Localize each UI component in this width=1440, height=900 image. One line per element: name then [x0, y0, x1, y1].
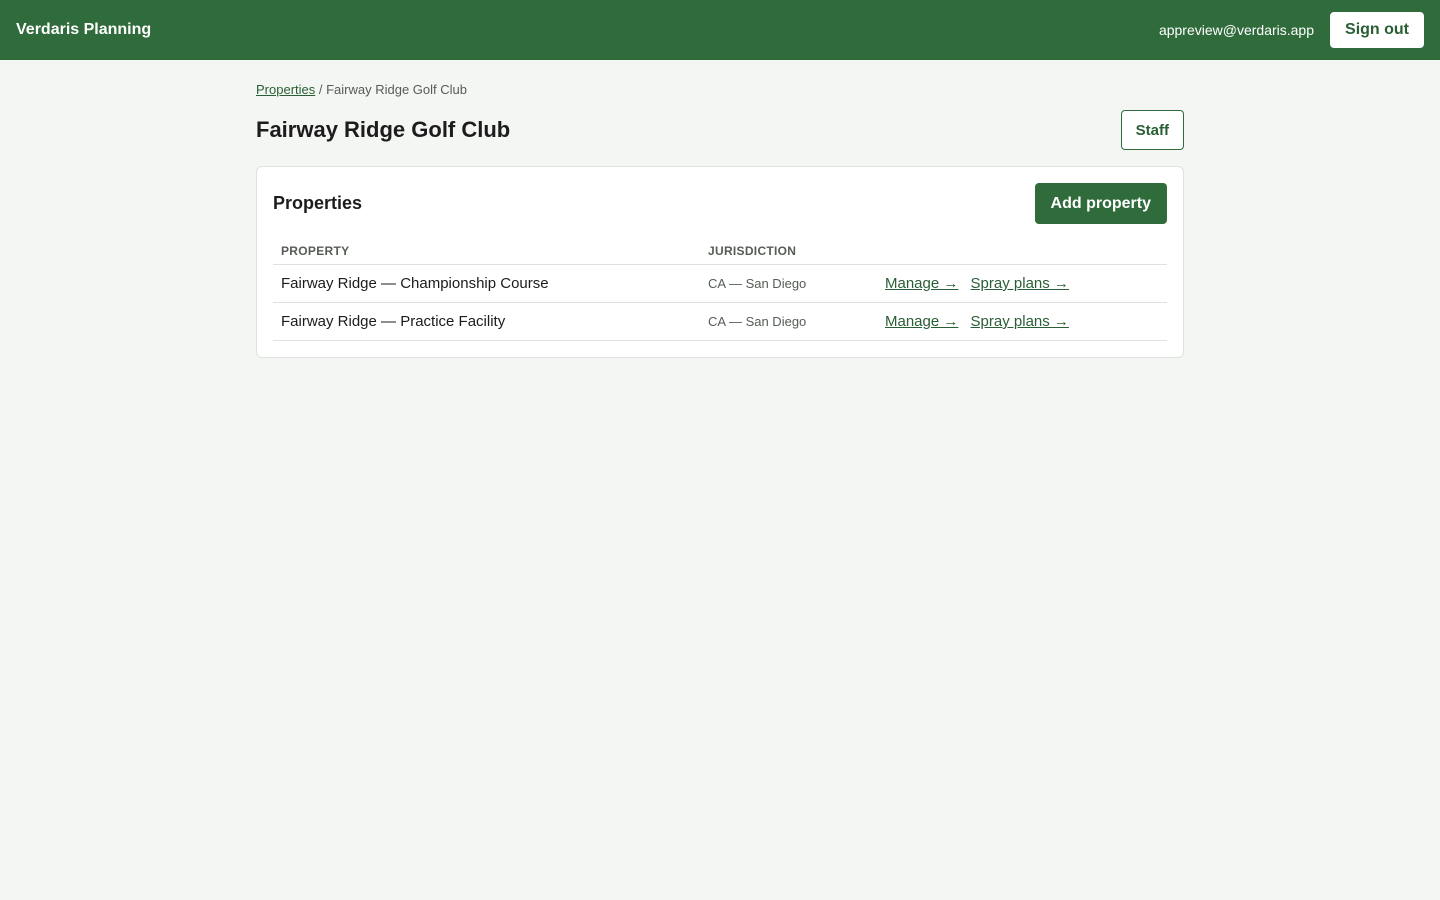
column-header-jurisdiction: Jurisdiction	[700, 238, 877, 265]
properties-card: Properties Add property Property Jurisdi…	[256, 166, 1184, 358]
column-header-property: Property	[273, 238, 700, 265]
spray-plans-link[interactable]: Spray plans →	[971, 275, 1069, 292]
property-jurisdiction: CA — San Diego	[700, 302, 877, 341]
title-row: Fairway Ridge Golf Club Staff	[256, 110, 1184, 150]
table-header-row: Property Jurisdiction	[273, 238, 1167, 265]
breadcrumb: Properties / Fairway Ridge Golf Club	[256, 82, 1184, 97]
page-title: Fairway Ridge Golf Club	[256, 117, 511, 142]
main-content: Properties / Fairway Ridge Golf Club Fai…	[256, 60, 1184, 358]
spray-plans-link[interactable]: Spray plans →	[971, 313, 1069, 330]
property-name: Fairway Ridge — Practice Facility	[273, 302, 700, 341]
column-header-actions	[877, 238, 1167, 265]
properties-card-header: Properties Add property	[273, 183, 1167, 224]
table-row: Fairway Ridge — Championship Course CA —…	[273, 264, 1167, 303]
properties-table: Property Jurisdiction Fairway Ridge — Ch…	[273, 238, 1167, 341]
breadcrumb-properties-link[interactable]: Properties	[256, 82, 315, 97]
breadcrumb-current: Fairway Ridge Golf Club	[326, 82, 467, 97]
app-brand[interactable]: Verdaris Planning	[16, 21, 151, 39]
add-property-button[interactable]: Add property	[1034, 183, 1167, 224]
row-actions: Manage → Spray plans →	[877, 264, 1167, 303]
manage-link[interactable]: Manage →	[885, 275, 958, 292]
sign-out-button[interactable]: Sign out	[1330, 12, 1424, 48]
property-jurisdiction: CA — San Diego	[700, 264, 877, 303]
table-row: Fairway Ridge — Practice Facility CA — S…	[273, 302, 1167, 341]
property-name: Fairway Ridge — Championship Course	[273, 264, 700, 303]
user-email: appreview@verdaris.app	[1158, 22, 1315, 38]
top-bar: Verdaris Planning appreview@verdaris.app…	[0, 0, 1440, 60]
manage-link[interactable]: Manage →	[885, 313, 958, 330]
properties-card-title: Properties	[273, 193, 363, 213]
row-actions: Manage → Spray plans →	[877, 302, 1167, 341]
user-area: appreview@verdaris.app Sign out	[1159, 12, 1424, 48]
breadcrumb-separator: /	[315, 82, 327, 97]
staff-button[interactable]: Staff	[1120, 110, 1184, 150]
